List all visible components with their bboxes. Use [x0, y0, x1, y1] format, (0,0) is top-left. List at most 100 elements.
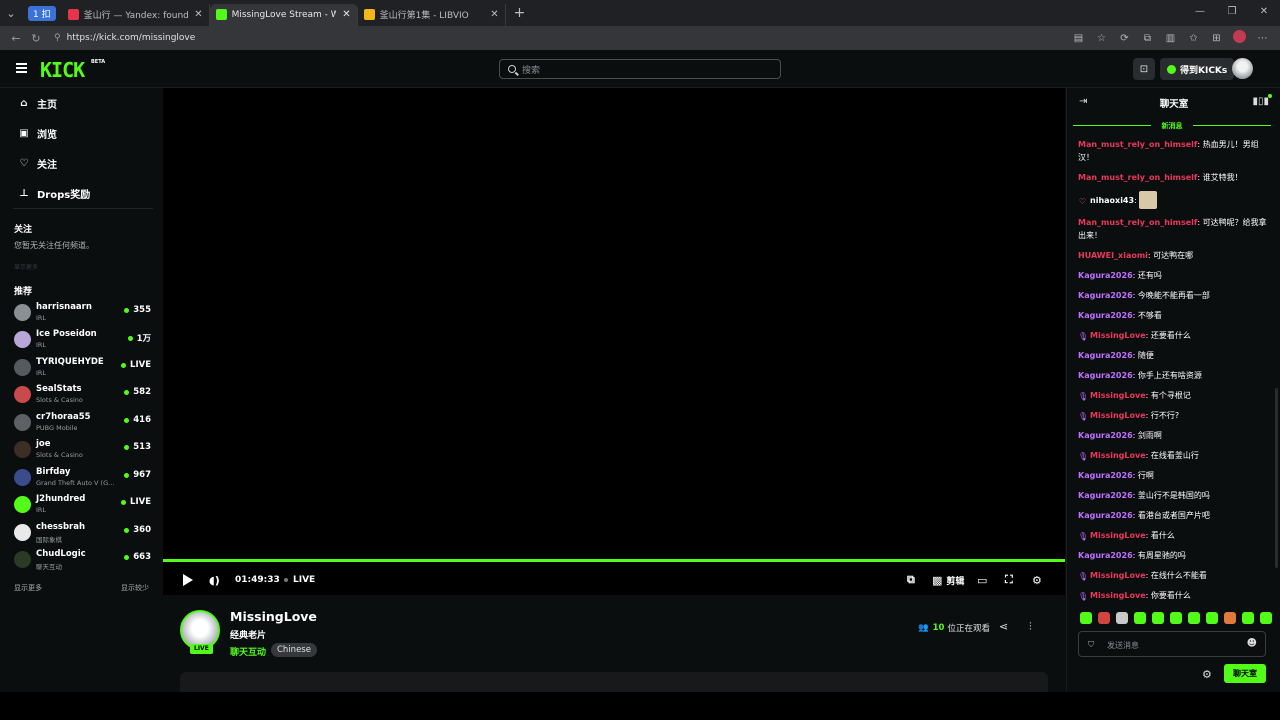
- close-tab-icon[interactable]: ✕: [490, 9, 498, 20]
- chat-username[interactable]: MissingLove: [1090, 391, 1146, 400]
- playback-progress-bar[interactable]: [163, 559, 1065, 562]
- menu-hamburger-icon[interactable]: [16, 63, 27, 73]
- new-tab-plus-icon[interactable]: +: [514, 5, 526, 21]
- more-options-button[interactable]: ⫶: [1029, 620, 1032, 634]
- chat-username[interactable]: Kagura2026: [1078, 511, 1133, 520]
- collections-icon[interactable]: ⊞: [1205, 33, 1228, 44]
- leaderboard-icon[interactable]: ▮▯▮: [1252, 96, 1269, 107]
- chat-username[interactable]: Kagura2026: [1078, 351, 1133, 360]
- emote[interactable]: [1188, 612, 1200, 624]
- recommended-channel[interactable]: joe Slots & Casino 513: [14, 437, 154, 463]
- fullscreen-button[interactable]: ⛶: [1005, 569, 1013, 591]
- close-tab-icon[interactable]: ✕: [194, 9, 202, 20]
- browser-tab-3[interactable]: 釜山行第1集 - LIBVIO ✕: [358, 3, 506, 26]
- play-button[interactable]: [183, 569, 193, 591]
- chat-username[interactable]: Man_must_rely_on_himself: [1078, 173, 1197, 182]
- live-indicator[interactable]: LIVE: [284, 569, 315, 591]
- chat-username[interactable]: Kagura2026: [1078, 311, 1133, 320]
- recommended-channel[interactable]: SealStats Slots & Casino 582: [14, 382, 154, 408]
- chat-username[interactable]: HUAWEI_xiaomi: [1078, 251, 1148, 260]
- chat-username[interactable]: Kagura2026: [1078, 471, 1133, 480]
- back-arrow-icon[interactable]: ←: [6, 32, 26, 45]
- tab-count-badge[interactable]: 1 扣: [28, 5, 56, 21]
- theater-mode-button[interactable]: ▭: [977, 569, 987, 591]
- chat-username[interactable]: Kagura2026: [1078, 271, 1133, 280]
- browser-tab-1[interactable]: 釜山行 — Yandex: found 46 thous ✕: [62, 3, 210, 26]
- recommended-channel[interactable]: harrisnaarn IRL 355: [14, 300, 154, 326]
- chat-username[interactable]: Kagura2026: [1078, 551, 1133, 560]
- sidebar-item-following[interactable]: ♡ 关注: [17, 154, 57, 172]
- sidebar-item-drops[interactable]: ⊥ Drops奖励: [17, 184, 90, 202]
- recommended-channel[interactable]: TYRIQUEHYDE IRL LIVE: [14, 355, 154, 381]
- chat-username[interactable]: MissingLove: [1090, 571, 1146, 580]
- emote[interactable]: [1098, 612, 1110, 624]
- minimize-icon[interactable]: —: [1184, 0, 1216, 26]
- language-tag[interactable]: Chinese: [271, 643, 317, 657]
- refresh-icon[interactable]: ⟳: [1113, 33, 1136, 44]
- picture-in-picture-button[interactable]: ⧉: [907, 569, 915, 591]
- chat-username[interactable]: MissingLove: [1090, 331, 1146, 340]
- browse-mode-button[interactable]: ⊡: [1133, 58, 1155, 80]
- user-avatar[interactable]: [1232, 58, 1253, 79]
- emote[interactable]: [1152, 612, 1164, 624]
- chat-send-button[interactable]: 聊天室: [1224, 664, 1266, 683]
- site-info-icon[interactable]: ⚲: [54, 33, 61, 43]
- chat-username[interactable]: nihaoxi43: [1090, 196, 1134, 205]
- chat-username[interactable]: Man_must_rely_on_himself: [1078, 218, 1197, 227]
- search-input[interactable]: 搜索: [499, 59, 781, 79]
- chat-scrollbar[interactable]: [1275, 388, 1278, 568]
- emoji-picker-icon[interactable]: ☻: [1247, 638, 1257, 649]
- sidebar-icon[interactable]: ▥: [1159, 33, 1182, 44]
- emote[interactable]: [1134, 612, 1146, 624]
- chat-username[interactable]: Kagura2026: [1078, 291, 1133, 300]
- chat-username[interactable]: MissingLove: [1090, 531, 1146, 540]
- volume-button[interactable]: ◖): [209, 569, 220, 591]
- recommended-channel[interactable]: Ice Poseidon IRL 1万: [14, 327, 154, 353]
- emote[interactable]: [1224, 612, 1236, 624]
- get-kicks-button[interactable]: 得到KICKs: [1160, 58, 1235, 80]
- chat-message-input[interactable]: ⛉ 发送消息 ☻: [1078, 631, 1266, 657]
- chat-emote[interactable]: [1139, 191, 1158, 209]
- sidebar-item-home[interactable]: ⌂ 主页: [17, 94, 57, 112]
- show-more-link[interactable]: 显示更多: [14, 583, 42, 593]
- clip-button[interactable]: ▩ 剪辑: [932, 569, 964, 591]
- reload-icon[interactable]: ↻: [26, 32, 46, 45]
- video-player[interactable]: ◖) 01:49:33 LIVE ⧉ ▩ 剪辑 ▭ ⛶ ⚙: [163, 88, 1065, 595]
- chat-username[interactable]: MissingLove: [1090, 451, 1146, 460]
- chat-username[interactable]: MissingLove: [1090, 411, 1146, 420]
- chat-username[interactable]: Man_must_rely_on_himself: [1078, 140, 1197, 149]
- extensions-icon[interactable]: ⧉: [1136, 33, 1159, 44]
- maximize-icon[interactable]: ❐: [1216, 0, 1248, 26]
- close-window-icon[interactable]: ✕: [1248, 0, 1280, 26]
- kick-logo[interactable]: KICK: [40, 58, 85, 82]
- reader-mode-icon[interactable]: ▤: [1067, 33, 1090, 44]
- emote[interactable]: [1080, 612, 1092, 624]
- chat-username[interactable]: Kagura2026: [1078, 431, 1133, 440]
- emote[interactable]: [1206, 612, 1218, 624]
- channel-name[interactable]: MissingLove: [230, 609, 317, 624]
- share-button[interactable]: ⋖: [999, 620, 1008, 633]
- chat-settings-button[interactable]: ⚙: [1202, 668, 1212, 681]
- emote[interactable]: [1170, 612, 1182, 624]
- sidebar-item-browse[interactable]: ▣ 浏览: [17, 124, 57, 142]
- profile-icon[interactable]: [1228, 30, 1251, 46]
- chat-username[interactable]: MissingLove: [1090, 591, 1146, 600]
- stream-category-link[interactable]: 聊天互动: [230, 645, 266, 658]
- recommended-channel[interactable]: Birfday Grand Theft Auto V (G... 967: [14, 465, 154, 491]
- close-tab-icon[interactable]: ✕: [342, 9, 350, 20]
- chat-username[interactable]: Kagura2026: [1078, 371, 1133, 380]
- emote[interactable]: [1260, 612, 1272, 624]
- favorites-icon[interactable]: ✩: [1182, 33, 1205, 44]
- settings-button[interactable]: ⚙: [1032, 569, 1042, 591]
- show-less-link[interactable]: 显示较少: [121, 583, 149, 593]
- emote[interactable]: [1242, 612, 1254, 624]
- browser-tab-2[interactable]: MissingLove Stream - Watch Live ✕: [209, 3, 358, 26]
- bookmark-star-icon[interactable]: ☆: [1090, 33, 1113, 44]
- recommended-channel[interactable]: J2hundred IRL LIVE: [14, 492, 154, 518]
- recommended-channel[interactable]: chessbrah 国际象棋 360: [14, 520, 154, 546]
- recommended-channel[interactable]: cr7horaa55 PUBG Mobile 416: [14, 410, 154, 436]
- recommended-channel[interactable]: ChudLogic 聊天互动 663: [14, 547, 154, 573]
- url-field[interactable]: ⚲ https://kick.com/missinglove: [54, 33, 195, 43]
- chat-username[interactable]: Kagura2026: [1078, 491, 1133, 500]
- emote[interactable]: [1116, 612, 1128, 624]
